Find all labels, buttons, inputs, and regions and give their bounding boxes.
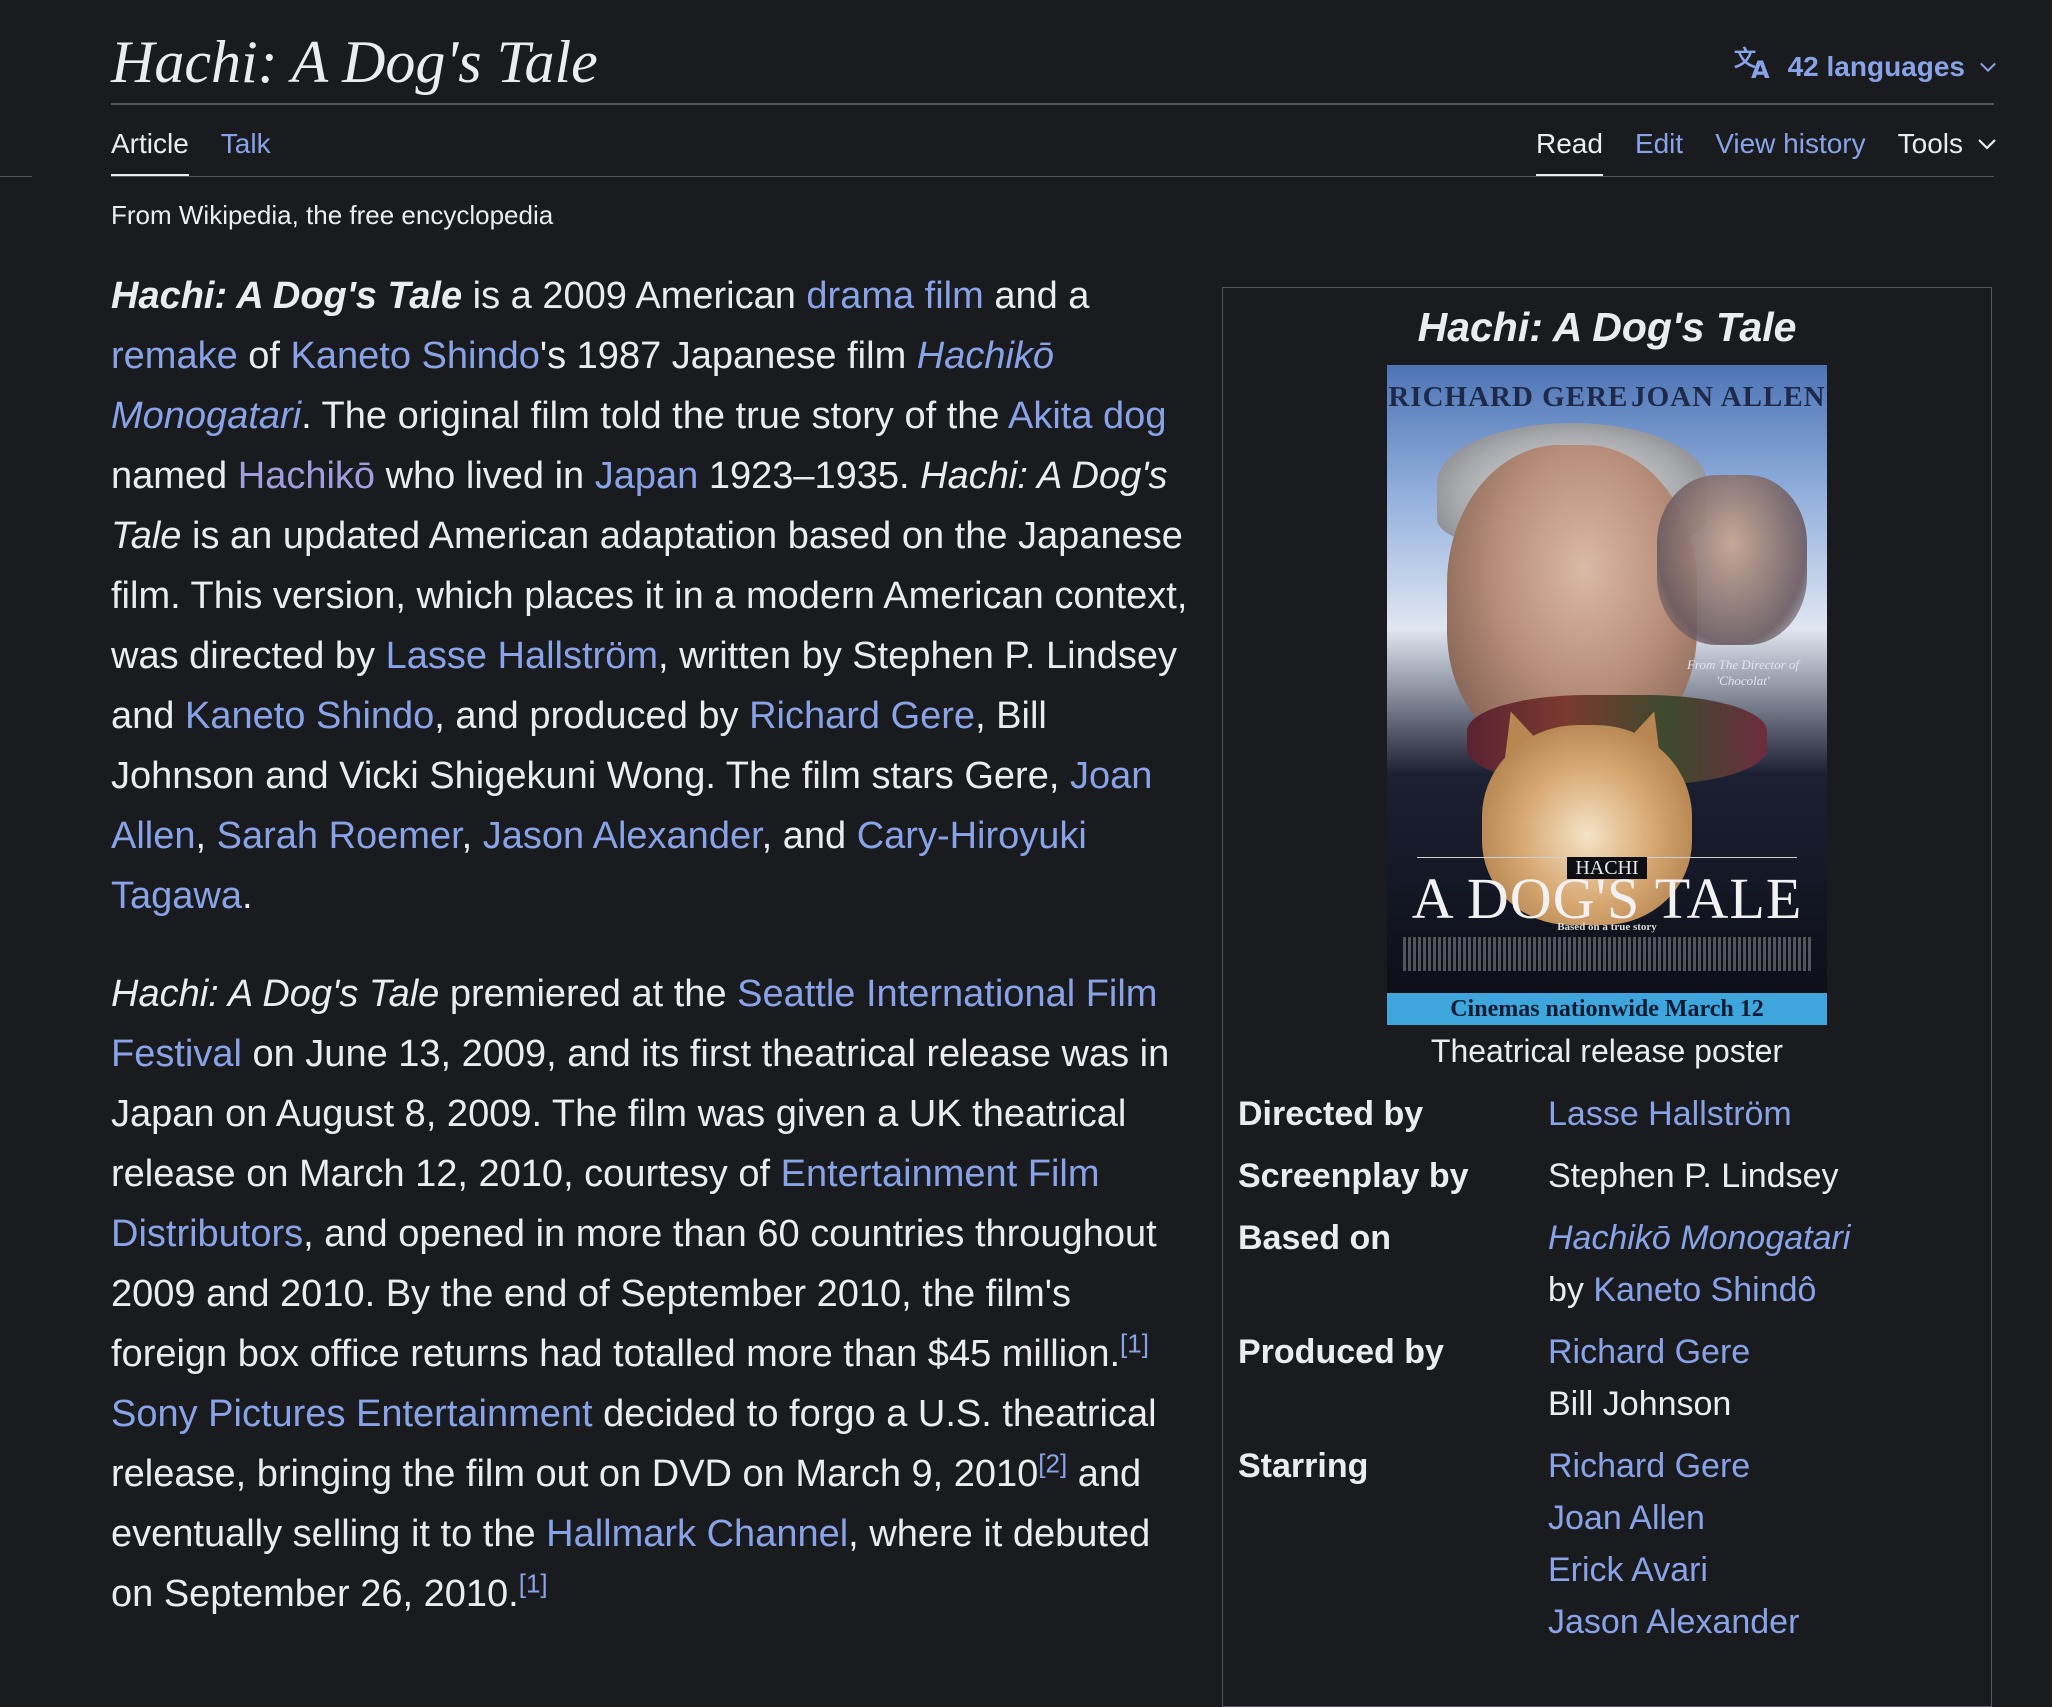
infobox-value: Bill Johnson	[1548, 1385, 1732, 1423]
namespace-tabs: Article Talk	[111, 128, 271, 177]
text: named	[111, 455, 238, 497]
article-body: Hachi: A Dog's Tale is a 2009 American d…	[111, 266, 1191, 1662]
text: , and	[761, 815, 857, 857]
infobox-title: Hachi: A Dog's Tale	[1417, 304, 1797, 350]
tabs-divider	[111, 176, 1994, 177]
link-japan[interactable]: Japan	[595, 455, 699, 497]
title-divider	[111, 103, 1994, 105]
link-text: Hachikō Monogatari	[1548, 1219, 1851, 1257]
tab-edit[interactable]: Edit	[1635, 128, 1683, 174]
poster-director-line: From The Director of 'Chocolat'	[1686, 657, 1800, 688]
text: of	[237, 335, 291, 377]
link-jason-alexander[interactable]: Jason Alexander	[483, 815, 762, 857]
link-lasse-hallstrom[interactable]: Lasse Hallström	[1548, 1095, 1792, 1133]
tab-read[interactable]: Read	[1536, 128, 1603, 177]
link-richard-gere[interactable]: Richard Gere	[749, 695, 975, 737]
link-richard-gere[interactable]: Richard Gere	[1548, 1447, 1750, 1485]
poster-release-band: Cinemas nationwide March 12	[1387, 993, 1827, 1025]
tools-label: Tools	[1897, 128, 1963, 159]
link-sony-pictures[interactable]: Sony Pictures Entertainment	[111, 1393, 593, 1435]
tab-article[interactable]: Article	[111, 128, 189, 177]
page-title: Hachi: A Dog's Tale	[111, 29, 598, 95]
film-title: Hachi: A Dog's Tale	[111, 973, 440, 1015]
poster-actor: JOAN ALLEN	[1631, 381, 1826, 413]
languages-label: 42 languages	[1787, 50, 1965, 82]
text: is a 2009 American	[462, 275, 807, 317]
poster-actor-names: RICHARD GERE JOAN ALLEN	[1387, 381, 1827, 414]
poster-caption: Theatrical release poster	[1430, 1033, 1784, 1069]
view-tabs: Read Edit View history Tools	[1536, 128, 1997, 177]
reference-link[interactable]: [2]	[1038, 1448, 1067, 1478]
infobox-label: Starring	[1238, 1447, 1369, 1485]
chevron-down-icon	[1978, 139, 1996, 150]
link-hachiko-monogatari[interactable]: Hachikō Monogatari	[1548, 1219, 1850, 1257]
link-richard-gere[interactable]: Richard Gere	[1548, 1333, 1750, 1371]
poster-actor: RICHARD GERE	[1388, 381, 1629, 413]
text: 1923–1935.	[698, 455, 921, 497]
chevron-down-icon	[1980, 62, 1996, 72]
poster-credits	[1403, 937, 1811, 971]
text: . The original film told the true story …	[301, 395, 1009, 437]
link-akita-dog[interactable]: Akita dog	[1008, 395, 1166, 437]
link-lasse-hallstrom[interactable]: Lasse Hallström	[386, 635, 658, 677]
link-remake[interactable]: remake	[111, 335, 238, 377]
tools-menu[interactable]: Tools	[1898, 128, 1997, 174]
text: and a	[983, 275, 1090, 317]
text: ,	[461, 815, 483, 857]
link-kaneto-shindo[interactable]: Kaneto Shindo	[185, 695, 434, 737]
infobox-label: Directed by	[1238, 1095, 1424, 1133]
link-kaneto-shindo[interactable]: Kaneto Shindo	[291, 335, 540, 377]
infobox-row-starring: Starring Richard Gere Joan Allen Erick A…	[1238, 1440, 1991, 1648]
link-jason-alexander[interactable]: Jason Alexander	[1548, 1603, 1799, 1641]
link-erick-avari[interactable]: Erick Avari	[1548, 1551, 1708, 1589]
link-sarah-roemer[interactable]: Sarah Roemer	[217, 815, 462, 857]
languages-button[interactable]: 文A 42 languages	[1734, 44, 1997, 89]
text: .	[241, 875, 253, 917]
infobox-row-directed: Directed by Lasse Hallström	[1238, 1088, 1991, 1140]
infobox-label: Based on	[1238, 1219, 1392, 1257]
text: ,	[195, 815, 217, 857]
reference-link[interactable]: [1]	[1120, 1328, 1149, 1358]
text: who lived in	[375, 455, 595, 497]
tab-view-history[interactable]: View history	[1715, 128, 1865, 174]
reference-link[interactable]: [1]	[519, 1568, 548, 1598]
text: , and produced by	[434, 695, 750, 737]
poster-tagline: Based on a true story	[1557, 921, 1657, 933]
translate-icon: 文A	[1734, 44, 1774, 89]
tab-talk[interactable]: Talk	[221, 128, 271, 177]
site-tagline: From Wikipedia, the free encyclopedia	[111, 200, 554, 230]
infobox-rows: Directed by Lasse Hallström Screenplay b…	[1223, 1088, 1991, 1648]
infobox-value: by	[1548, 1271, 1594, 1309]
infobox-row-produced: Produced by Richard Gere Bill Johnson	[1238, 1326, 1991, 1430]
svg-text:A: A	[1751, 56, 1770, 80]
poster-image[interactable]: RICHARD GERE JOAN ALLEN From The Directo…	[1387, 365, 1827, 1025]
infobox-label: Screenplay by	[1238, 1157, 1469, 1195]
link-hachiko[interactable]: Hachikō	[238, 455, 375, 497]
infobox: Hachi: A Dog's Tale RICHARD GERE JOAN AL…	[1222, 287, 1992, 1707]
paragraph-intro: Hachi: A Dog's Tale is a 2009 American d…	[111, 266, 1191, 926]
link-joan-allen[interactable]: Joan Allen	[1548, 1499, 1705, 1537]
link-drama-film[interactable]: drama film	[806, 275, 983, 317]
text: 's 1987 Japanese film	[539, 335, 917, 377]
link-hallmark-channel[interactable]: Hallmark Channel	[546, 1513, 848, 1555]
infobox-row-based-on: Based on Hachikō Monogatari by Kaneto Sh…	[1238, 1212, 1991, 1316]
text: premiered at the	[439, 973, 738, 1015]
poster-couple	[1657, 475, 1807, 645]
link-kaneto-shindo[interactable]: Kaneto Shindô	[1593, 1271, 1816, 1309]
infobox-value: Stephen P. Lindsey	[1548, 1157, 1839, 1195]
infobox-row-screenplay: Screenplay by Stephen P. Lindsey	[1238, 1150, 1991, 1202]
infobox-label: Produced by	[1238, 1333, 1444, 1371]
article-subject: Hachi: A Dog's Tale	[111, 275, 463, 317]
paragraph-release: Hachi: A Dog's Tale premiered at the Sea…	[111, 964, 1191, 1624]
sidebar-divider	[0, 176, 32, 177]
